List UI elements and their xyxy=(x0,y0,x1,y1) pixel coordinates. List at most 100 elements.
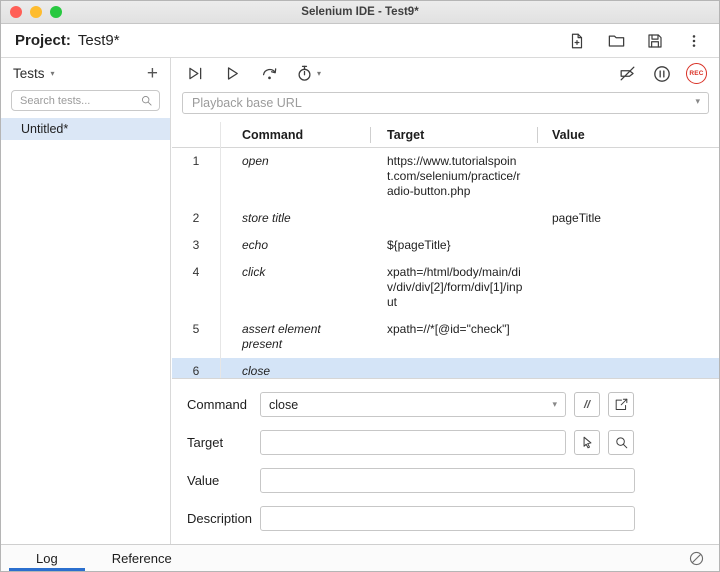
row-target: https://www.tutorialspoint.com/selenium/… xyxy=(370,148,537,205)
row-number: 4 xyxy=(172,259,220,316)
pause-circle-icon xyxy=(652,64,672,84)
record-button[interactable]: REC xyxy=(686,63,707,84)
target-input[interactable] xyxy=(260,430,566,455)
row-number: 5 xyxy=(172,316,220,358)
pause-on-exceptions-button[interactable] xyxy=(651,63,673,85)
tests-dropdown-label: Tests xyxy=(13,66,45,81)
column-header-target: Target xyxy=(370,127,537,143)
select-target-button[interactable] xyxy=(574,430,600,455)
row-target: xpath=//*[@id="check"] xyxy=(370,316,537,358)
target-form-row: Target xyxy=(187,430,719,455)
row-value xyxy=(537,259,719,316)
close-window-button[interactable] xyxy=(10,6,22,18)
playback-base-url-input[interactable] xyxy=(182,92,709,114)
target-label: Target xyxy=(187,435,260,450)
test-step-row[interactable]: 3 echo ${pageTitle} xyxy=(172,232,719,259)
row-number: 6 xyxy=(172,358,220,379)
row-number: 2 xyxy=(172,205,220,232)
sidebar-header: Tests ▾ + xyxy=(1,58,170,88)
disable-breakpoints-icon xyxy=(618,64,637,83)
chevron-down-icon[interactable]: ▾ xyxy=(695,96,700,107)
step-over-button[interactable] xyxy=(258,63,280,85)
playback-toolbar: ▾ REC xyxy=(172,58,719,89)
more-menu-button[interactable] xyxy=(683,30,705,52)
tests-sidebar: Tests ▾ + Untitled* xyxy=(1,58,171,544)
row-command: open xyxy=(220,148,370,205)
row-value xyxy=(537,316,719,358)
command-table: Command Target Value 1 open https://www.… xyxy=(172,122,719,379)
row-command: click xyxy=(220,259,370,316)
row-command: assert element present xyxy=(220,316,370,358)
new-project-icon xyxy=(568,32,586,50)
step-over-icon xyxy=(260,64,279,83)
project-actions xyxy=(566,30,705,52)
open-project-button[interactable] xyxy=(605,30,627,52)
test-list-item-untitled[interactable]: Untitled* xyxy=(1,118,170,140)
row-command: close xyxy=(220,358,370,379)
description-form-row: Description xyxy=(187,506,719,531)
row-target xyxy=(370,358,537,379)
tab-log[interactable]: Log xyxy=(9,545,85,571)
chevron-down-icon: ▾ xyxy=(317,69,321,78)
traffic-lights xyxy=(10,6,62,18)
step-editor: Command close ▾ // Target xyxy=(172,379,719,544)
test-step-row[interactable]: 1 open https://www.tutorialspoint.com/se… xyxy=(172,148,719,205)
chevron-down-icon: ▾ xyxy=(552,399,557,410)
playback-url-row: ▾ xyxy=(172,89,719,122)
tab-log-label: Log xyxy=(36,551,58,566)
search-icon xyxy=(614,435,629,450)
toggle-comment-button[interactable]: // xyxy=(574,392,600,417)
minimize-window-button[interactable] xyxy=(30,6,42,18)
command-form-row: Command close ▾ // xyxy=(187,392,719,417)
circle-slash-icon xyxy=(688,550,705,567)
column-header-value: Value xyxy=(537,127,719,143)
test-step-row[interactable]: 2 store title pageTitle xyxy=(172,205,719,232)
project-header: Project: Test9* xyxy=(1,24,719,58)
tests-dropdown[interactable]: Tests ▾ xyxy=(13,66,55,81)
find-target-button[interactable] xyxy=(608,430,634,455)
test-step-row-selected[interactable]: 6 close xyxy=(172,358,719,379)
zoom-window-button[interactable] xyxy=(50,6,62,18)
folder-icon xyxy=(607,31,626,50)
row-value: pageTitle xyxy=(537,205,719,232)
footer-bar: Log Reference xyxy=(1,544,719,571)
stopwatch-icon xyxy=(295,64,314,83)
window-title: Selenium IDE - Test9* xyxy=(1,6,719,18)
row-value xyxy=(537,232,719,259)
test-step-row[interactable]: 4 click xpath=/html/body/main/div/div/di… xyxy=(172,259,719,316)
table-header: Command Target Value xyxy=(172,122,719,148)
test-step-row[interactable]: 5 assert element present xpath=//*[@id="… xyxy=(172,316,719,358)
value-input[interactable] xyxy=(260,468,635,493)
open-reference-button[interactable] xyxy=(608,392,634,417)
pointer-icon xyxy=(580,435,595,450)
value-form-row: Value xyxy=(187,468,719,493)
project-label: Project: xyxy=(15,32,71,49)
run-all-icon xyxy=(186,64,205,83)
value-label: Value xyxy=(187,473,260,488)
play-icon xyxy=(223,64,242,83)
disable-breakpoints-button[interactable] xyxy=(616,63,638,85)
row-target: ${pageTitle} xyxy=(370,232,537,259)
description-input[interactable] xyxy=(260,506,635,531)
comment-slashes-icon: // xyxy=(584,399,590,411)
project-name: Test9* xyxy=(78,32,120,49)
command-label: Command xyxy=(187,397,260,412)
row-target xyxy=(370,205,537,232)
row-value xyxy=(537,148,719,205)
add-test-button[interactable]: + xyxy=(147,64,158,83)
search-tests-input[interactable] xyxy=(11,90,160,111)
command-select[interactable]: close ▾ xyxy=(260,392,566,417)
clear-log-button[interactable] xyxy=(685,547,707,569)
chevron-down-icon: ▾ xyxy=(51,69,55,78)
run-all-tests-button[interactable] xyxy=(184,63,206,85)
row-command: store title xyxy=(220,205,370,232)
save-project-button[interactable] xyxy=(644,30,666,52)
new-project-button[interactable] xyxy=(566,30,588,52)
row-number: 3 xyxy=(172,232,220,259)
save-icon xyxy=(646,32,664,50)
run-current-test-button[interactable] xyxy=(221,63,243,85)
test-speed-button[interactable]: ▾ xyxy=(295,64,321,83)
tab-reference[interactable]: Reference xyxy=(85,545,199,571)
search-tests xyxy=(1,88,170,118)
row-target: xpath=/html/body/main/div/div/div[2]/for… xyxy=(370,259,537,316)
